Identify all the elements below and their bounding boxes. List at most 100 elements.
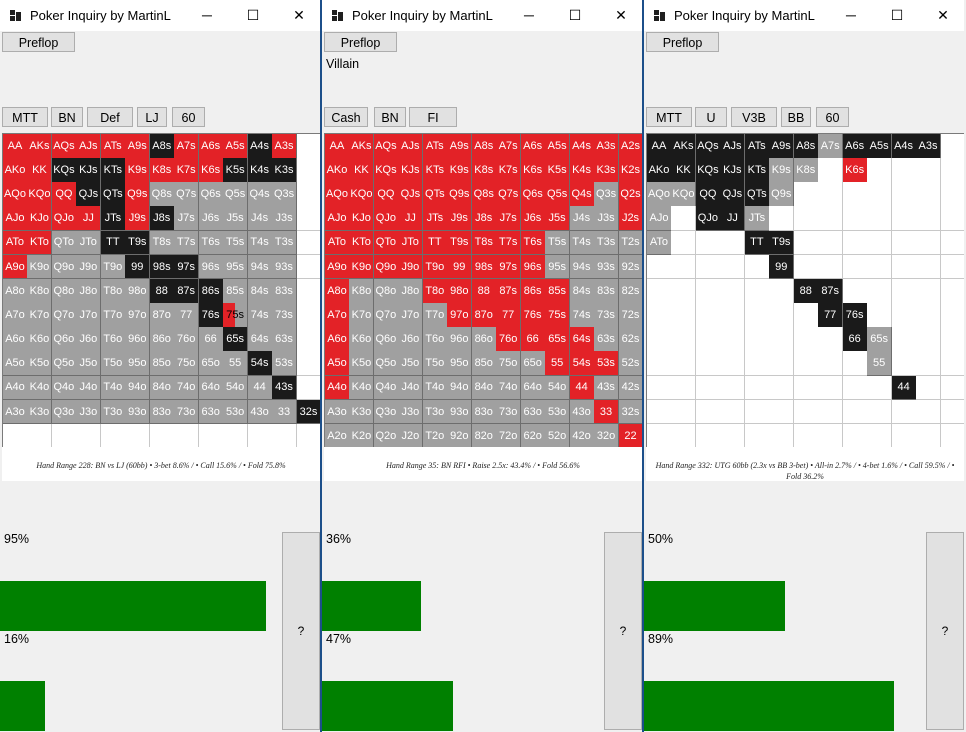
- hand-cell: A2o: [325, 423, 350, 449]
- hand-cell: A4s: [247, 134, 273, 159]
- hand-cell: 43o: [569, 399, 595, 425]
- hand-cell: T2s: [618, 230, 642, 256]
- hand-cell: 87o: [149, 303, 175, 328]
- hand-cell: Q7o: [51, 303, 77, 328]
- hand-cell: A9o: [325, 254, 350, 280]
- title-bar: Poker Inquiry by MartinL ─ ☐ ✕: [322, 0, 642, 31]
- filter-button-0[interactable]: MTT: [2, 107, 48, 127]
- hand-cell: [867, 230, 893, 256]
- hand-cell: [744, 423, 770, 449]
- hand-cell: Q6o: [51, 327, 77, 352]
- hand-cell: 33: [272, 399, 298, 425]
- hand-cell: [793, 206, 819, 232]
- hand-cell: [891, 351, 917, 377]
- hand-cell: 55: [867, 351, 893, 377]
- hand-cell: [793, 303, 819, 328]
- hand-cell: 44: [247, 375, 273, 401]
- hand-cell: [818, 423, 844, 449]
- hand-cell: [769, 399, 795, 425]
- filter-button-0[interactable]: Cash: [324, 107, 368, 127]
- hand-cell: J3o: [398, 399, 424, 425]
- preflop-button[interactable]: Preflop: [2, 32, 75, 52]
- hand-cell: [671, 278, 697, 304]
- window-title: Poker Inquiry by MartinL: [30, 8, 171, 23]
- hand-cell: K5o: [349, 351, 375, 377]
- filter-button-0[interactable]: MTT: [646, 107, 692, 127]
- maximize-button[interactable]: ☐: [552, 0, 598, 31]
- hand-cell: [296, 303, 320, 328]
- close-button[interactable]: ✕: [276, 0, 320, 31]
- filter-button-4[interactable]: 60: [816, 107, 849, 127]
- meter-label: 95%: [4, 532, 30, 546]
- hand-cell: 82s: [618, 278, 642, 304]
- hand-cell: [27, 423, 53, 449]
- hand-cell: [744, 303, 770, 328]
- hand-cell: J9o: [76, 254, 102, 280]
- close-button[interactable]: ✕: [920, 0, 964, 31]
- hand-cell: J5s: [545, 206, 571, 232]
- minimize-button[interactable]: ─: [506, 0, 552, 31]
- hand-cell: K8s: [793, 158, 819, 183]
- filter-button-2[interactable]: Def: [87, 107, 133, 127]
- hand-cell: 85o: [149, 351, 175, 377]
- filter-button-2[interactable]: FI: [409, 107, 457, 127]
- hand-cell: Q8o: [51, 278, 77, 304]
- hand-cell: T6s: [198, 230, 224, 256]
- hand-cell: AJo: [325, 206, 350, 232]
- meter-label: 89%: [648, 632, 674, 646]
- window-title: Poker Inquiry by MartinL: [352, 8, 493, 23]
- preflop-button[interactable]: Preflop: [646, 32, 719, 52]
- hand-cell: [818, 230, 844, 256]
- hand-cell: [867, 206, 893, 232]
- hand-cell: QJo: [695, 206, 721, 232]
- hand-cell: AKo: [325, 158, 350, 183]
- filter-button-1[interactable]: U: [695, 107, 727, 127]
- hand-cell: 65s: [867, 327, 893, 352]
- question-button[interactable]: ?: [282, 532, 320, 730]
- question-button[interactable]: ?: [926, 532, 964, 730]
- hand-cell: J8o: [398, 278, 424, 304]
- filter-button-2[interactable]: V3B: [731, 107, 777, 127]
- hand-cell: K2o: [349, 423, 375, 449]
- hand-cell: 84o: [149, 375, 175, 401]
- hand-cell: [744, 278, 770, 304]
- hand-cell: Q9o: [51, 254, 77, 280]
- hand-cell: [842, 182, 868, 207]
- filter-button-3[interactable]: LJ: [137, 107, 167, 127]
- filter-button-1[interactable]: BN: [51, 107, 83, 127]
- hand-cell: [647, 278, 672, 304]
- filter-button-3[interactable]: BB: [781, 107, 811, 127]
- hand-cell: A2s: [618, 134, 642, 159]
- hand-cell: 87o: [471, 303, 497, 328]
- hand-cell: K3o: [349, 399, 375, 425]
- hand-cell: 83s: [272, 278, 298, 304]
- hand-cell: 94o: [125, 375, 151, 401]
- maximize-button[interactable]: ☐: [874, 0, 920, 31]
- meter-label: 47%: [326, 632, 352, 646]
- hand-cell: [695, 423, 721, 449]
- preflop-button[interactable]: Preflop: [324, 32, 397, 52]
- hand-cell: [916, 230, 942, 256]
- hand-cell: 98o: [447, 278, 473, 304]
- filter-button-4[interactable]: 60: [172, 107, 205, 127]
- hand-cell: T6o: [422, 327, 448, 352]
- title-bar: Poker Inquiry by MartinL ─ ☐ ✕: [644, 0, 964, 31]
- filter-button-1[interactable]: BN: [374, 107, 406, 127]
- close-button[interactable]: ✕: [598, 0, 642, 31]
- hand-cell: [818, 254, 844, 280]
- meter-bar: [322, 681, 453, 731]
- hand-cell: [842, 254, 868, 280]
- hand-cell: JTs: [422, 206, 448, 232]
- hand-cell: [940, 230, 964, 256]
- hand-cell: J3s: [594, 206, 620, 232]
- hand-cell: K8o: [349, 278, 375, 304]
- hand-cell: 64o: [198, 375, 224, 401]
- hand-cell: TT: [422, 230, 448, 256]
- maximize-button[interactable]: ☐: [230, 0, 276, 31]
- hand-cell: [720, 327, 746, 352]
- minimize-button[interactable]: ─: [828, 0, 874, 31]
- minimize-button[interactable]: ─: [184, 0, 230, 31]
- hand-cell: K6o: [27, 327, 53, 352]
- hand-cell: 53o: [545, 399, 571, 425]
- question-button[interactable]: ?: [604, 532, 642, 730]
